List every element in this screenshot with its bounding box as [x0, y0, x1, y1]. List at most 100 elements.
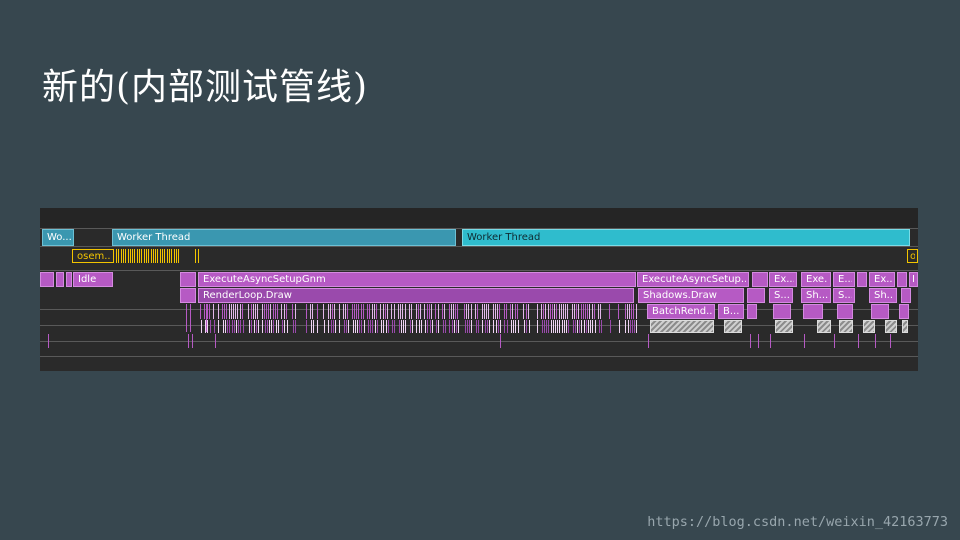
- sample-tick: [258, 320, 259, 333]
- job-block[interactable]: B...: [718, 304, 744, 319]
- marker-tick: [143, 249, 145, 263]
- sample-tick: [536, 304, 538, 319]
- job-block[interactable]: [40, 272, 54, 287]
- job-block[interactable]: [803, 304, 823, 319]
- job-block[interactable]: [773, 304, 791, 319]
- sample-tick: [858, 334, 859, 348]
- sample-tick: [554, 304, 556, 319]
- sample-tick: [266, 304, 267, 319]
- job-block[interactable]: [747, 288, 765, 303]
- sample-tick: [834, 334, 835, 348]
- marker-block[interactable]: osem...: [72, 249, 114, 263]
- sample-tick: [770, 334, 771, 348]
- job-block[interactable]: E...: [833, 272, 855, 287]
- hatched-block[interactable]: [817, 320, 831, 333]
- job-block[interactable]: Sh...: [801, 288, 831, 303]
- sample-tick: [240, 320, 242, 333]
- marker-tick: [157, 249, 159, 263]
- thread-block[interactable]: Worker Thread: [112, 229, 456, 246]
- sample-tick: [420, 304, 421, 319]
- job-block[interactable]: [837, 304, 853, 319]
- hatched-block[interactable]: [839, 320, 853, 333]
- sample-tick: [264, 320, 266, 333]
- marker-block[interactable]: o: [907, 249, 918, 263]
- job-block[interactable]: [897, 272, 907, 287]
- job-block[interactable]: ExecuteAsyncSetupGnm: [198, 272, 636, 287]
- job-block[interactable]: Ex...: [769, 272, 797, 287]
- thread-block-selected[interactable]: Worker Thread: [462, 229, 910, 246]
- thread-block[interactable]: Wo...: [42, 229, 74, 246]
- job-block[interactable]: [180, 288, 196, 303]
- job-block[interactable]: Exe...: [801, 272, 831, 287]
- job-block[interactable]: S...: [769, 288, 793, 303]
- sample-tick: [367, 304, 369, 319]
- job-block[interactable]: [180, 272, 196, 287]
- sample-tick: [464, 320, 466, 333]
- job-block[interactable]: [66, 272, 72, 287]
- sample-tick: [249, 320, 251, 333]
- marker-tick: [134, 249, 136, 263]
- sample-tick: [525, 304, 527, 319]
- sample-tick: [343, 320, 345, 333]
- job-block[interactable]: [871, 304, 889, 319]
- sample-tick: [528, 320, 530, 333]
- sample-tick: [352, 320, 354, 333]
- job-label: Ex...: [774, 274, 794, 285]
- sample-tick: [334, 304, 336, 319]
- sample-tick: [511, 320, 512, 333]
- hatched-block[interactable]: [902, 320, 908, 333]
- job-block[interactable]: RenderLoop.Draw: [198, 288, 634, 303]
- job-block[interactable]: S...: [833, 288, 855, 303]
- job-block-idle[interactable]: Idle: [73, 272, 113, 287]
- marker-tick: [127, 249, 129, 263]
- job-block[interactable]: [752, 272, 768, 287]
- sample-tick: [372, 320, 374, 333]
- marker-tick: [162, 249, 163, 263]
- hatched-block[interactable]: [724, 320, 742, 333]
- job-block[interactable]: [899, 304, 909, 319]
- job-block[interactable]: Shadows.Draw: [638, 288, 744, 303]
- sample-tick: [524, 320, 526, 333]
- sample-tick: [592, 320, 594, 333]
- sample-tick: [495, 320, 497, 333]
- sample-tick: [448, 304, 450, 319]
- thread-label: Worker Thread: [117, 232, 191, 243]
- sample-tick: [517, 320, 519, 333]
- sample-tick: [557, 320, 559, 333]
- sample-tick: [229, 320, 231, 333]
- job-block[interactable]: [901, 288, 911, 303]
- job-block[interactable]: I: [909, 272, 918, 287]
- hatched-block[interactable]: [775, 320, 793, 333]
- job-block[interactable]: [56, 272, 64, 287]
- sample-tick: [556, 304, 558, 319]
- hatched-block[interactable]: [863, 320, 875, 333]
- marker-tick: [118, 249, 120, 263]
- job-block[interactable]: [747, 304, 757, 319]
- sample-tick: [552, 304, 553, 319]
- job-block[interactable]: BatchRend...: [647, 304, 715, 319]
- sample-tick: [328, 320, 330, 333]
- sample-tick: [261, 304, 263, 319]
- job-block[interactable]: [857, 272, 867, 287]
- sample-tick: [376, 320, 378, 333]
- hatched-block[interactable]: [885, 320, 897, 333]
- sample-tick: [285, 304, 287, 319]
- job-block[interactable]: Sh...: [869, 288, 897, 303]
- sample-tick: [475, 320, 477, 333]
- watermark: https://blog.csdn.net/weixin_42163773: [647, 514, 948, 530]
- job-block[interactable]: ExecuteAsyncSetup...: [637, 272, 749, 287]
- sample-tick: [609, 304, 611, 319]
- sample-tick: [567, 304, 569, 319]
- sample-tick: [235, 304, 237, 319]
- row-divider: [40, 341, 918, 342]
- sample-tick: [545, 304, 547, 319]
- profiler-timeline[interactable]: Wo... Worker Thread Worker Thread osem..…: [40, 208, 918, 371]
- hatched-block[interactable]: [650, 320, 714, 333]
- sample-tick: [478, 320, 479, 333]
- sample-tick: [591, 304, 593, 319]
- marker-tick: [178, 249, 180, 263]
- sample-tick: [494, 304, 496, 319]
- job-block[interactable]: Ex...: [869, 272, 895, 287]
- sample-tick: [417, 304, 419, 319]
- sample-tick: [215, 334, 216, 348]
